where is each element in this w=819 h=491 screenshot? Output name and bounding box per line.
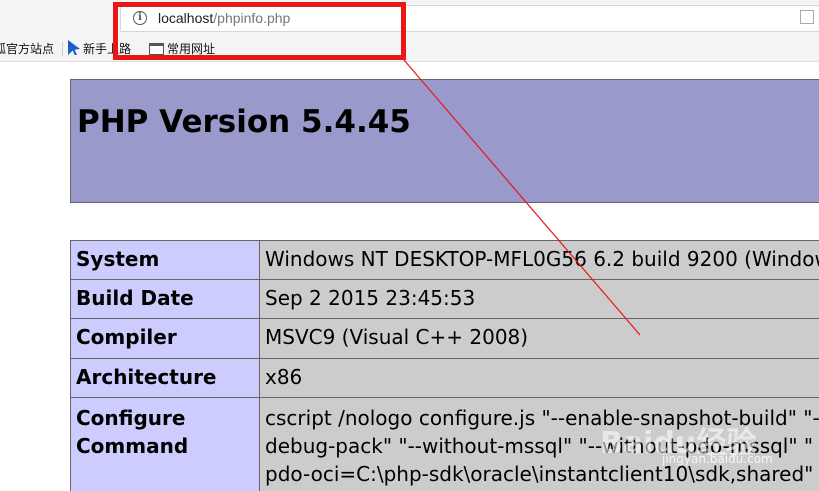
table-row: Architecture x86 [70, 358, 819, 398]
bookmark-separator [62, 42, 63, 56]
bookmark-item[interactable]: 狐官方站点 [0, 40, 54, 58]
row-key: Architecture [70, 358, 260, 398]
page-title: PHP Version 5.4.45 [77, 104, 411, 140]
row-value: x86 [259, 358, 819, 398]
php-version-header: PHP Version 5.4.45 [70, 79, 819, 203]
toolbar-button[interactable] [800, 10, 814, 24]
row-key: Configure Command [70, 397, 260, 491]
row-key: Compiler [70, 318, 260, 359]
row-value: MSVC9 (Visual C++ 2008) [259, 318, 819, 359]
arrow-cursor-icon [68, 40, 80, 55]
row-key: Build Date [70, 279, 260, 319]
table-row: Build Date Sep 2 2015 23:45:53 [70, 279, 819, 319]
row-value: Sep 2 2015 23:45:53 [259, 279, 819, 319]
table-row: System Windows NT DESKTOP-MFL0G56 6.2 bu… [70, 240, 819, 280]
watermark-url: jingyan.baidu.com [662, 452, 773, 466]
row-key: System [70, 240, 260, 280]
bookmark-label: 狐官方站点 [0, 42, 55, 56]
table-row: Compiler MSVC9 (Visual C++ 2008) [70, 318, 819, 359]
chrome-divider [0, 61, 819, 62]
row-value: Windows NT DESKTOP-MFL0G56 6.2 build 920… [259, 240, 819, 280]
highlight-box [113, 2, 406, 60]
